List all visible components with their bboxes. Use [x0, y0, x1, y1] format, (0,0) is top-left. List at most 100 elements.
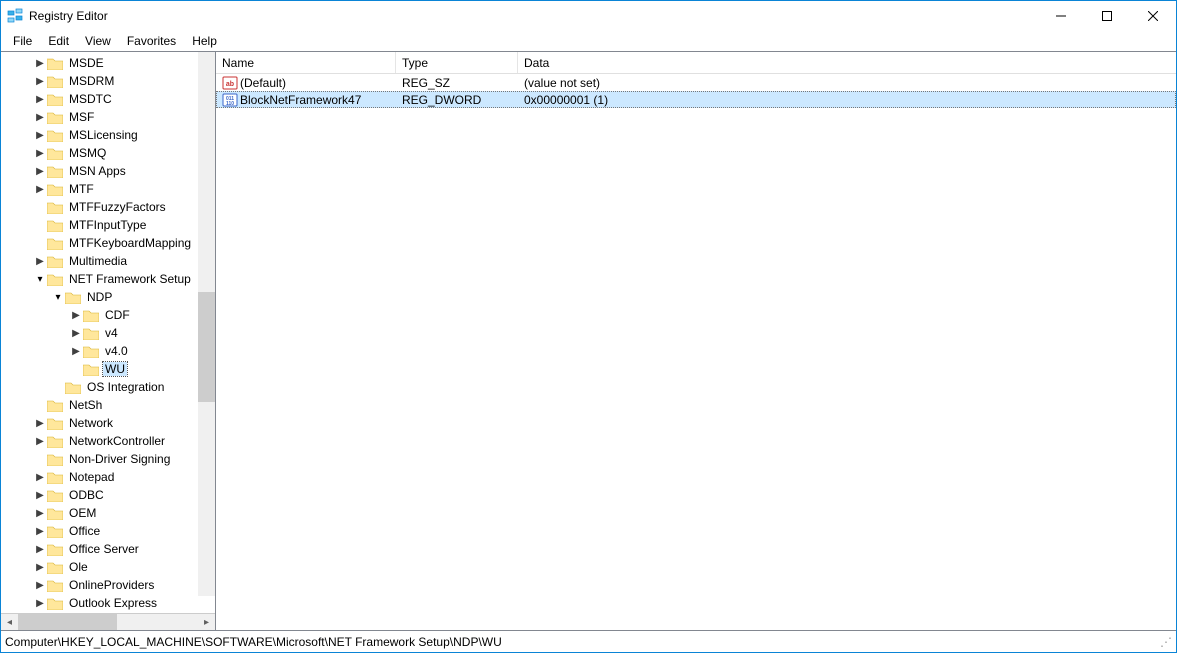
- tree-node-multimedia[interactable]: ▶Multimedia: [5, 252, 215, 270]
- column-header-name[interactable]: Name: [216, 52, 396, 73]
- chevron-right-icon[interactable]: ▶: [33, 58, 47, 69]
- tree-node-mtf[interactable]: ▶ MTF: [5, 180, 215, 198]
- tree-node-network[interactable]: ▶Network: [5, 414, 215, 432]
- tree-node-msdtc[interactable]: ▶MSDTC: [5, 90, 215, 108]
- tree-vscroll-thumb[interactable]: [198, 292, 215, 402]
- list-row-default[interactable]: ab (Default) REG_SZ (value not set): [216, 74, 1176, 91]
- chevron-right-icon[interactable]: ▶: [33, 112, 47, 123]
- chevron-right-icon[interactable]: ▶: [33, 130, 47, 141]
- chevron-down-icon[interactable]: ▾: [33, 274, 47, 285]
- tree-node-mtffuzzy[interactable]: MTFFuzzyFactors: [5, 198, 215, 216]
- tree-label: WU: [103, 362, 127, 376]
- tree-node-msf[interactable]: ▶MSF: [5, 108, 215, 126]
- minimize-button[interactable]: [1038, 1, 1084, 31]
- column-header-type[interactable]: Type: [396, 52, 518, 73]
- status-path: Computer\HKEY_LOCAL_MACHINE\SOFTWARE\Mic…: [5, 635, 502, 649]
- maximize-button[interactable]: [1084, 1, 1130, 31]
- menu-view[interactable]: View: [77, 32, 119, 50]
- chevron-right-icon[interactable]: ▶: [33, 472, 47, 483]
- chevron-right-icon[interactable]: ▶: [33, 598, 47, 609]
- tree-label: OS Integration: [85, 380, 166, 394]
- tree-node-mslicensing[interactable]: ▶MSLicensing: [5, 126, 215, 144]
- chevron-right-icon[interactable]: ▶: [33, 508, 47, 519]
- tree-node-networkcontroller[interactable]: ▶NetworkController: [5, 432, 215, 450]
- folder-icon: [83, 327, 99, 340]
- tree-node-mtfinput[interactable]: MTFInputType: [5, 216, 215, 234]
- menu-help[interactable]: Help: [184, 32, 225, 50]
- tree-label: Non-Driver Signing: [67, 452, 172, 466]
- tree-vscrollbar[interactable]: [198, 52, 215, 596]
- chevron-right-icon[interactable]: ▶: [33, 436, 47, 447]
- menu-edit[interactable]: Edit: [40, 32, 77, 50]
- chevron-right-icon[interactable]: ▶: [33, 148, 47, 159]
- hscroll-track[interactable]: [18, 614, 198, 630]
- tree-label: NDP: [85, 290, 114, 304]
- tree-node-v40[interactable]: ▶v4.0: [5, 342, 215, 360]
- folder-icon: [47, 129, 63, 142]
- tree-label: MTFInputType: [67, 218, 148, 232]
- tree-node-msdrm[interactable]: ▶MSDRM: [5, 72, 215, 90]
- tree[interactable]: ▶MSDE ▶MSDRM ▶MSDTC ▶MSF ▶MSLicensing ▶M…: [1, 52, 215, 613]
- list-body[interactable]: ab (Default) REG_SZ (value not set) 0111…: [216, 74, 1176, 630]
- svg-text:110: 110: [226, 101, 234, 107]
- folder-icon: [47, 219, 63, 232]
- close-button[interactable]: [1130, 1, 1176, 31]
- list-row-blocknetframework47[interactable]: 011110 BlockNetFramework47 REG_DWORD 0x0…: [216, 91, 1176, 108]
- tree-node-onlineproviders[interactable]: ▶OnlineProviders: [5, 576, 215, 594]
- menu-file[interactable]: File: [5, 32, 40, 50]
- folder-icon: [83, 345, 99, 358]
- chevron-right-icon[interactable]: ▶: [33, 544, 47, 555]
- tree-node-ole[interactable]: ▶ Ole: [5, 558, 215, 576]
- chevron-right-icon[interactable]: ▶: [33, 94, 47, 105]
- chevron-down-icon[interactable]: ▾: [51, 292, 65, 303]
- tree-node-oem[interactable]: ▶OEM: [5, 504, 215, 522]
- tree-node-msnapps[interactable]: ▶MSN Apps: [5, 162, 215, 180]
- chevron-right-icon[interactable]: ▶: [33, 526, 47, 537]
- chevron-right-icon[interactable]: ▶: [69, 328, 83, 339]
- chevron-right-icon[interactable]: ▶: [33, 76, 47, 87]
- chevron-right-icon[interactable]: ▶: [33, 166, 47, 177]
- chevron-right-icon[interactable]: ▶: [69, 346, 83, 357]
- tree-label: Ole: [67, 560, 90, 574]
- folder-icon: [47, 489, 63, 502]
- tree-node-msmq[interactable]: ▶MSMQ: [5, 144, 215, 162]
- tree-node-msde[interactable]: ▶MSDE: [5, 54, 215, 72]
- tree-node-nondriversigning[interactable]: Non-Driver Signing: [5, 450, 215, 468]
- tree-node-osintegration[interactable]: OS Integration: [5, 378, 215, 396]
- tree-label: MTF: [67, 182, 96, 196]
- tree-node-cdf[interactable]: ▶CDF: [5, 306, 215, 324]
- tree-node-v4[interactable]: ▶v4: [5, 324, 215, 342]
- tree-node-officeserver[interactable]: ▶Office Server: [5, 540, 215, 558]
- tree-scroll[interactable]: ▶MSDE ▶MSDRM ▶MSDTC ▶MSF ▶MSLicensing ▶M…: [1, 52, 215, 613]
- titlebar[interactable]: Registry Editor: [1, 1, 1176, 31]
- scroll-left-button[interactable]: ◂: [1, 614, 18, 630]
- tree-node-netframework[interactable]: ▾ NET Framework Setup: [5, 270, 215, 288]
- tree-node-mtfkeyboard[interactable]: MTFKeyboardMapping: [5, 234, 215, 252]
- tree-node-wu[interactable]: WU: [5, 360, 215, 378]
- scroll-right-button[interactable]: ▸: [198, 614, 215, 630]
- maximize-icon: [1102, 11, 1112, 21]
- chevron-right-icon[interactable]: ▶: [69, 310, 83, 321]
- chevron-right-icon[interactable]: ▶: [33, 490, 47, 501]
- chevron-right-icon[interactable]: ▶: [33, 562, 47, 573]
- chevron-right-icon[interactable]: ▶: [33, 418, 47, 429]
- column-header-data[interactable]: Data: [518, 52, 798, 73]
- tree-node-odbc[interactable]: ▶ODBC: [5, 486, 215, 504]
- window-controls: [1038, 1, 1176, 31]
- hscroll-thumb[interactable]: [18, 614, 117, 630]
- menu-favorites[interactable]: Favorites: [119, 32, 184, 50]
- tree-node-ndp[interactable]: ▾ NDP: [5, 288, 215, 306]
- tree-hscrollbar[interactable]: ◂ ▸: [1, 613, 215, 630]
- folder-icon: [47, 111, 63, 124]
- chevron-right-icon[interactable]: ▶: [33, 184, 47, 195]
- tree-node-office[interactable]: ▶Office: [5, 522, 215, 540]
- tree-label: NET Framework Setup: [67, 272, 193, 286]
- resize-grip-icon[interactable]: ⋰: [1160, 635, 1172, 649]
- folder-icon: [47, 561, 63, 574]
- chevron-right-icon[interactable]: ▶: [33, 256, 47, 267]
- tree-node-netsh[interactable]: NetSh: [5, 396, 215, 414]
- tree-node-outlookexpress[interactable]: ▶Outlook Express: [5, 594, 215, 612]
- chevron-right-icon[interactable]: ▶: [33, 580, 47, 591]
- folder-icon: [47, 255, 63, 268]
- tree-node-notepad[interactable]: ▶Notepad: [5, 468, 215, 486]
